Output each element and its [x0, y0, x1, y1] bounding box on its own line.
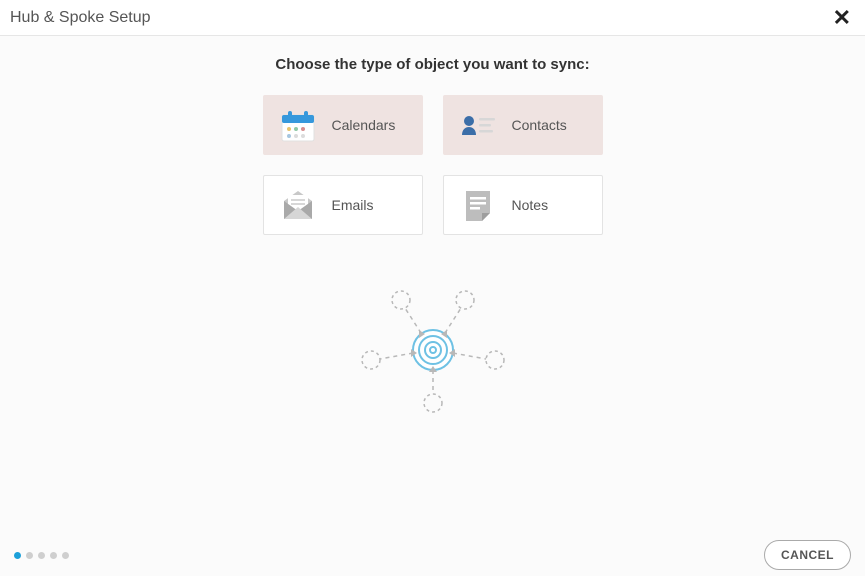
hub-spoke-setup-modal: Hub & Spoke Setup ✕ Choose the type of o… — [0, 0, 865, 576]
object-type-grid: Calendars Contacts — [263, 95, 603, 235]
option-label: Calendars — [332, 117, 396, 133]
option-label: Emails — [332, 197, 374, 213]
progress-dot-4 — [50, 552, 57, 559]
modal-header: Hub & Spoke Setup ✕ — [0, 0, 865, 36]
option-calendars[interactable]: Calendars — [263, 95, 423, 155]
option-emails[interactable]: Emails — [263, 175, 423, 235]
notes-icon — [458, 187, 498, 223]
calendar-icon — [278, 107, 318, 143]
option-contacts[interactable]: Contacts — [443, 95, 603, 155]
progress-dot-5 — [62, 552, 69, 559]
cancel-button[interactable]: CANCEL — [764, 540, 851, 570]
modal-footer: CANCEL — [0, 534, 865, 576]
progress-dots — [14, 552, 69, 559]
close-icon: ✕ — [833, 5, 851, 30]
option-label: Contacts — [512, 117, 567, 133]
contacts-icon — [458, 107, 498, 143]
modal-title: Hub & Spoke Setup — [10, 9, 151, 27]
progress-dot-1 — [14, 552, 21, 559]
modal-content: Choose the type of object you want to sy… — [0, 36, 865, 576]
close-button[interactable]: ✕ — [829, 5, 855, 31]
option-notes[interactable]: Notes — [443, 175, 603, 235]
progress-dot-3 — [38, 552, 45, 559]
hub-spoke-illustration — [353, 285, 513, 420]
progress-dot-2 — [26, 552, 33, 559]
email-icon — [278, 187, 318, 223]
option-label: Notes — [512, 197, 549, 213]
instruction-text: Choose the type of object you want to sy… — [275, 56, 589, 73]
